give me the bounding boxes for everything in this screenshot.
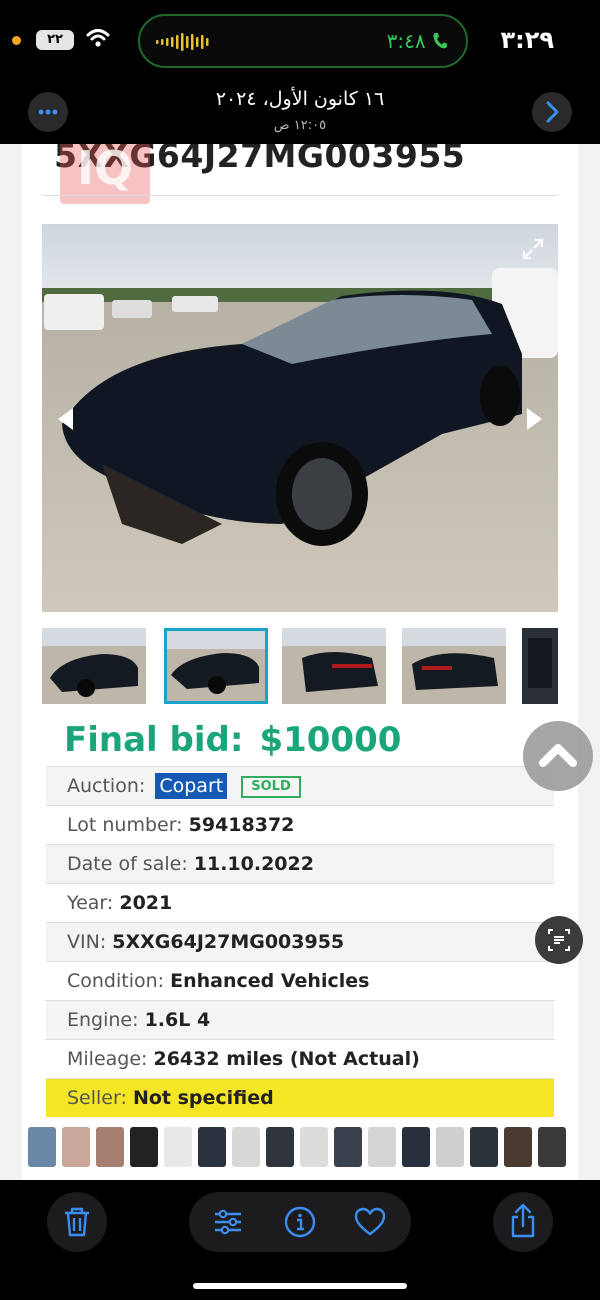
- row-label: Condition:: [67, 970, 165, 992]
- dynamic-island-call[interactable]: ٣:٤٨: [138, 14, 468, 68]
- sliders-icon[interactable]: [211, 1205, 245, 1239]
- screenshot-content: 5XXG64J27MG003955 IQ Final bid: $10000 A…: [0, 144, 600, 1180]
- photos-scrubber-strip[interactable]: [28, 1124, 578, 1170]
- main-car-photo[interactable]: [42, 224, 558, 612]
- engine-row: Engine: 1.6L 4: [46, 1000, 554, 1039]
- mileage-row: Mileage: 26432 miles (Not Actual): [46, 1039, 554, 1078]
- live-text-button[interactable]: [535, 916, 583, 964]
- divider: [42, 195, 558, 196]
- scroll-to-top-button[interactable]: [523, 721, 593, 791]
- vin-row: VIN: 5XXG64J27MG003955: [46, 922, 554, 961]
- row-value: Not specified: [132, 1087, 274, 1109]
- actions-pill: [189, 1192, 411, 1252]
- row-value: 26432 miles (Not Actual): [153, 1048, 420, 1070]
- row-value: 11.10.2022: [193, 853, 314, 875]
- share-button[interactable]: [493, 1192, 553, 1252]
- row-value: 5XXG64J27MG003955: [112, 931, 345, 953]
- info-icon[interactable]: [283, 1205, 317, 1239]
- row-value: 1.6L 4: [144, 1009, 211, 1031]
- year-row: Year: 2021: [46, 883, 554, 922]
- row-label: Mileage:: [67, 1048, 148, 1070]
- row-value: Enhanced Vehicles: [170, 970, 370, 992]
- row-label: Lot number:: [67, 814, 183, 836]
- chevron-up-icon: [539, 744, 577, 767]
- row-label: VIN:: [67, 931, 107, 953]
- row-label: Seller:: [67, 1087, 127, 1109]
- photo-date: ١٦ كانون الأول، ٢٠٢٤: [215, 88, 385, 110]
- trash-icon: [65, 1207, 89, 1237]
- car-photo-image: [42, 224, 558, 612]
- photo-thumbnails: [42, 628, 558, 704]
- row-value: 59418372: [188, 814, 295, 836]
- delete-button[interactable]: [47, 1192, 107, 1252]
- wifi-icon: [86, 29, 110, 47]
- auction-row: Auction: Copart SOLD: [46, 766, 554, 805]
- chevron-right-icon: [546, 101, 559, 123]
- share-icon: [511, 1203, 535, 1238]
- status-bar: ٢٢ ٣:٤٨ ٣:٢٩: [0, 0, 600, 86]
- final-bid: Final bid: $10000: [64, 720, 401, 760]
- row-label: Date of sale:: [67, 853, 188, 875]
- home-indicator[interactable]: [193, 1283, 407, 1289]
- call-duration: ٣:٤٨: [387, 29, 448, 53]
- photo-toolbar: [0, 1180, 600, 1300]
- row-label: Engine:: [67, 1009, 139, 1031]
- thumbnail-5[interactable]: [522, 628, 558, 704]
- date-of-sale-row: Date of sale: 11.10.2022: [46, 844, 554, 883]
- thumbnail-2-selected[interactable]: [164, 628, 268, 704]
- heart-icon[interactable]: [353, 1205, 387, 1239]
- row-label: Year:: [67, 892, 114, 914]
- forward-button[interactable]: [532, 92, 572, 132]
- fullscreen-icon[interactable]: [522, 238, 544, 260]
- seller-row: Seller: Not specified: [46, 1078, 554, 1117]
- auction-copart-link[interactable]: Copart: [155, 773, 228, 799]
- battery-indicator: ٢٢: [36, 30, 74, 50]
- lot-number-row: Lot number: 59418372: [46, 805, 554, 844]
- audio-waveform-icon: [156, 33, 209, 51]
- previous-photo-arrow[interactable]: [58, 408, 73, 430]
- condition-row: Condition: Enhanced Vehicles: [46, 961, 554, 1000]
- row-label: Auction:: [67, 775, 146, 797]
- clock: ٣:٢٩: [500, 26, 554, 54]
- thumbnail-1[interactable]: [42, 628, 146, 704]
- sold-badge: SOLD: [241, 776, 301, 798]
- row-value: 2021: [119, 892, 173, 914]
- thumbnail-3[interactable]: [282, 628, 386, 704]
- phone-icon: [433, 33, 447, 49]
- listing-card: 5XXG64J27MG003955 IQ Final bid: $10000 A…: [22, 144, 578, 1180]
- privacy-indicator-dot: [12, 36, 21, 45]
- final-bid-value: $10000: [259, 720, 402, 760]
- final-bid-label: Final bid:: [64, 720, 244, 760]
- thumbnail-4[interactable]: [402, 628, 506, 704]
- photo-time: ١٢:٠٥ ص: [273, 118, 327, 133]
- next-photo-arrow[interactable]: [527, 408, 542, 430]
- live-text-icon: [548, 929, 570, 951]
- lot-details-table: Auction: Copart SOLD Lot number: 5941837…: [46, 766, 554, 1117]
